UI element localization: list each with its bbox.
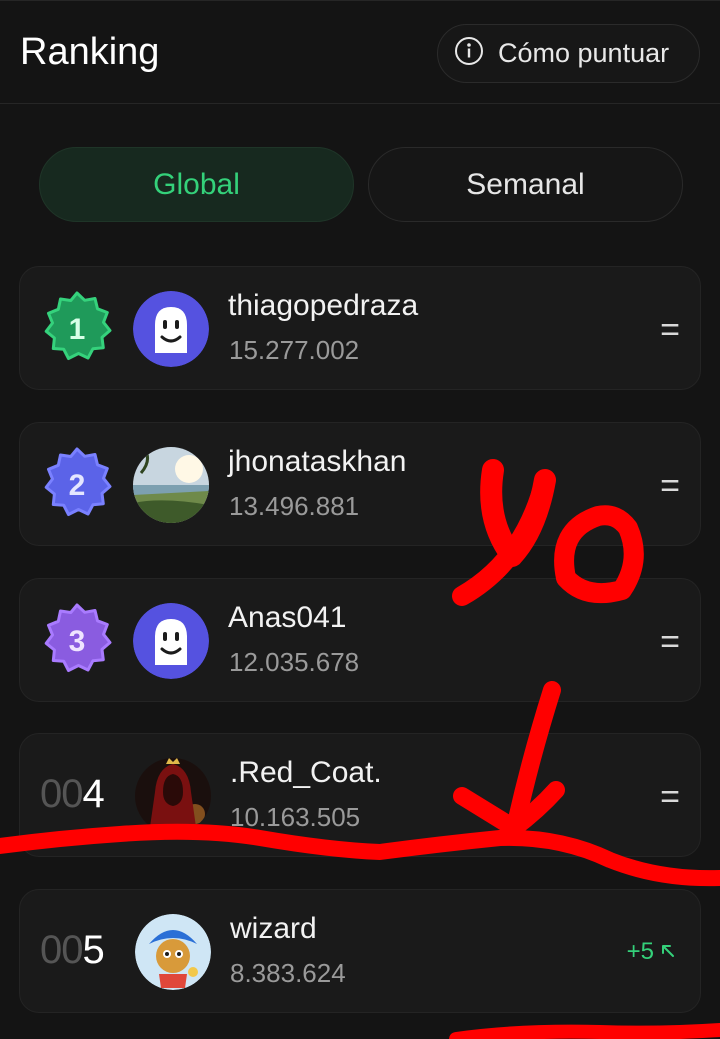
rank-number: 005 (40, 928, 105, 973)
ghost-avatar (133, 603, 209, 679)
trend-change: +5 (626, 938, 654, 965)
rank-digit: 5 (82, 928, 105, 972)
trend-equal: = (660, 623, 680, 661)
rank-number: 004 (40, 772, 105, 817)
ranking-row[interactable]: 1 thiagopedraza 15.277.002 = (19, 266, 701, 390)
tab-weekly[interactable]: Semanal (368, 147, 683, 222)
ranking-row[interactable]: 3 Anas041 12.035.678 = (19, 578, 701, 702)
rank-digit: 4 (82, 772, 105, 816)
rank-badge-silver: 2 (39, 447, 115, 523)
trend-equal: = (660, 778, 680, 816)
info-icon (454, 36, 484, 71)
svg-text:3: 3 (69, 625, 86, 658)
player-name: Anas041 (228, 601, 347, 634)
red-hood-avatar (135, 758, 211, 834)
rank-badge-bronze: 3 (39, 603, 115, 679)
player-score: 12.035.678 (229, 647, 360, 677)
arrow-up-left-icon (660, 938, 676, 966)
player-name: jhonataskhan (228, 445, 407, 478)
trend-equal: = (660, 467, 680, 505)
ranking-row[interactable]: 004 .Red_Coat. 10.163.505 = (19, 733, 701, 857)
svg-text:1: 1 (69, 313, 86, 346)
trend-equal: = (660, 311, 680, 349)
tab-global[interactable]: Global (39, 147, 354, 222)
header: Ranking Cómo puntuar (0, 0, 720, 104)
ghost-avatar (133, 291, 209, 367)
rank-prefix: 00 (40, 928, 83, 972)
player-name: .Red_Coat. (230, 756, 382, 789)
page-title: Ranking (20, 31, 160, 73)
player-score: 8.383.624 (230, 958, 346, 988)
rank-prefix: 00 (40, 772, 83, 816)
rank-badge-gold: 1 (39, 291, 115, 367)
how-to-score-button[interactable]: Cómo puntuar (437, 24, 700, 83)
ranking-row[interactable]: 005 wizard 8.383.624 +5 (19, 889, 701, 1013)
ranking-row[interactable]: 2 jhonataskhan 13.496.881 = (19, 422, 701, 546)
how-to-score-label: Cómo puntuar (498, 38, 670, 68)
trend-up: +5 (627, 938, 676, 966)
cartoon-monkey-avatar (135, 914, 211, 990)
player-name: thiagopedraza (228, 289, 419, 322)
player-name: wizard (230, 912, 317, 945)
player-score: 13.496.881 (229, 491, 360, 521)
svg-text:2: 2 (69, 469, 86, 502)
player-score: 15.277.002 (229, 335, 360, 365)
player-score: 10.163.505 (230, 802, 361, 832)
beach-photo-avatar (133, 447, 209, 523)
ranking-screen: Ranking Cómo puntuar Global Semanal 1 th… (0, 0, 720, 1039)
ranking-tabs: Global Semanal (39, 147, 683, 222)
